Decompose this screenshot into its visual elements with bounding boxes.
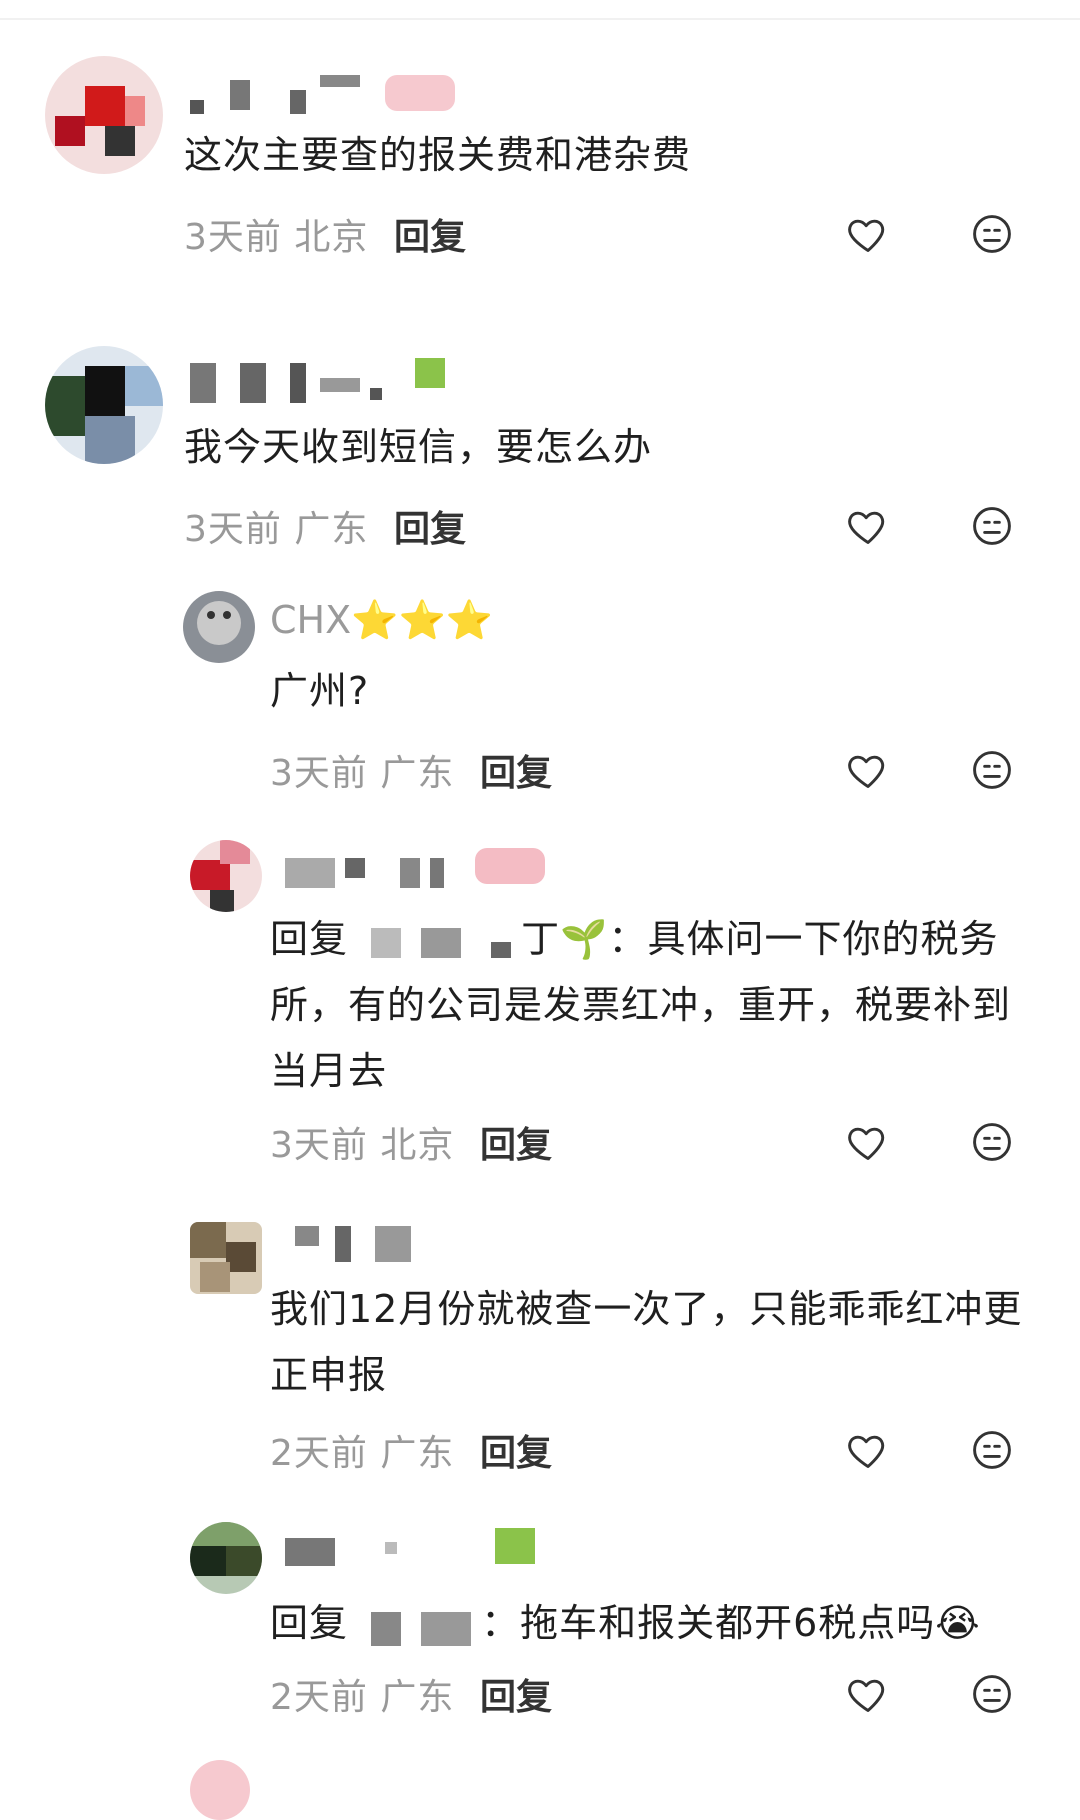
comment-location: 广东 <box>294 509 369 550</box>
username-blurred[interactable] <box>190 70 460 114</box>
comment-text: 我们12月份就被查一次了，只能乖乖红冲更正申报 <box>270 1287 1023 1397</box>
avatar-partial[interactable] <box>190 1760 250 1820</box>
heart-outline-icon[interactable] <box>846 504 890 548</box>
comment-text: 回复 丁🌱：具体问一下你的税务所，有的公司是发票红冲，重开，税要补到当月去 <box>270 906 1030 1104</box>
heart-outline-icon[interactable] <box>846 1120 890 1164</box>
comment-location: 广东 <box>380 753 455 794</box>
username-blurred[interactable] <box>190 358 460 403</box>
comment-time: 2天前 <box>270 1433 368 1474</box>
comment-time: 3天前 <box>270 753 368 794</box>
avatar[interactable] <box>45 56 163 174</box>
heart-outline-icon[interactable] <box>846 1428 890 1472</box>
comment-location: 广东 <box>380 1433 455 1474</box>
reply-prefix: 回复 <box>270 1601 349 1645</box>
star-badges: ⭐⭐⭐ <box>351 598 494 642</box>
username[interactable]: CHX⭐⭐⭐ <box>270 598 493 643</box>
reply-target-blurred[interactable] <box>361 1606 481 1646</box>
comment-location: 广东 <box>380 1677 455 1718</box>
neutral-face-icon[interactable] <box>970 1428 1014 1472</box>
comment-text: 这次主要查的报关费和港杂费 <box>184 133 692 177</box>
comment-time: 3天前 <box>184 217 282 258</box>
heart-outline-icon[interactable] <box>846 748 890 792</box>
comment-location: 北京 <box>294 217 369 258</box>
heart-outline-icon[interactable] <box>846 212 890 256</box>
comment-time: 3天前 <box>184 509 282 550</box>
comment-meta: 3天前 北京 <box>184 208 368 260</box>
neutral-face-icon[interactable] <box>970 748 1014 792</box>
comment-time: 3天前 <box>270 1125 368 1166</box>
comment-text: 回复 ：拖车和报关都开6税点吗😭 <box>270 1590 1050 1656</box>
comment-meta: 3天前 广东 <box>270 744 454 796</box>
neutral-face-icon[interactable] <box>970 1120 1014 1164</box>
avatar[interactable] <box>190 840 262 912</box>
avatar[interactable] <box>190 1522 262 1594</box>
comment-time: 2天前 <box>270 1677 368 1718</box>
reply-prefix: 回复 <box>270 917 349 961</box>
avatar[interactable] <box>183 591 255 663</box>
reply-button[interactable]: 回复 <box>480 1668 552 1720</box>
neutral-face-icon[interactable] <box>970 504 1014 548</box>
reply-button[interactable]: 回复 <box>480 1116 552 1168</box>
reply-text: ：拖车和报关都开6税点吗😭 <box>481 1601 981 1645</box>
neutral-face-icon[interactable] <box>970 1672 1014 1716</box>
reply-target-blurred[interactable] <box>361 922 521 962</box>
username-blurred[interactable] <box>285 1528 565 1572</box>
avatar[interactable] <box>45 346 163 464</box>
comment-location: 北京 <box>380 1125 455 1166</box>
comment-text: 广州? <box>270 669 370 713</box>
avatar[interactable] <box>190 1222 262 1294</box>
reply-button[interactable]: 回复 <box>394 500 466 552</box>
neutral-face-icon[interactable] <box>970 212 1014 256</box>
comment-text: 我今天收到短信，要怎么办 <box>184 425 653 469</box>
comment-meta: 2天前 广东 <box>270 1424 454 1476</box>
username-blurred[interactable] <box>285 848 565 892</box>
username-text: CHX <box>270 598 352 642</box>
comment-meta: 3天前 北京 <box>270 1116 454 1168</box>
reply-target-suffix: 丁🌱： <box>521 917 648 961</box>
reply-button[interactable]: 回复 <box>394 208 466 260</box>
reply-button[interactable]: 回复 <box>480 1424 552 1476</box>
reply-button[interactable]: 回复 <box>480 744 552 796</box>
top-divider <box>0 18 1080 20</box>
comment-meta: 2天前 广东 <box>270 1668 454 1720</box>
username-blurred[interactable] <box>285 1224 425 1268</box>
comment-meta: 3天前 广东 <box>184 500 368 552</box>
heart-outline-icon[interactable] <box>846 1672 890 1716</box>
